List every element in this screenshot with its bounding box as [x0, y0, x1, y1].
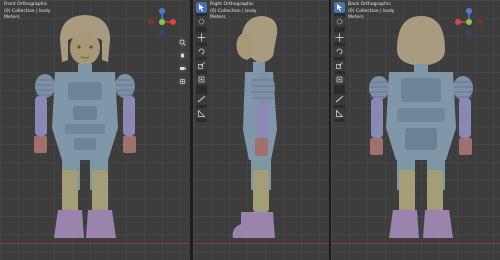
grid-perspective-icon[interactable] — [178, 77, 187, 86]
annotate-tool-icon[interactable] — [196, 94, 207, 105]
view-label: Front Orthographic — [4, 2, 48, 7]
blender-3d-viewport-layout: Front Orthographic (0) Collection | body… — [0, 0, 500, 260]
character-model-side[interactable] — [227, 10, 297, 244]
rotate-tool-icon[interactable] — [334, 46, 345, 57]
units-label: Meters — [210, 15, 226, 21]
select-tool-icon[interactable] — [196, 2, 207, 13]
transform-tool-icon[interactable] — [334, 74, 345, 85]
move-tool-icon[interactable] — [196, 32, 207, 43]
scale-tool-icon[interactable] — [196, 60, 207, 71]
right-viewport[interactable]: Right Orthographic (0) Collection | body… — [193, 0, 331, 260]
view-label: Back Orthographic — [348, 2, 391, 7]
toolbar — [334, 2, 345, 122]
move-tool-icon[interactable] — [334, 32, 345, 43]
rotate-tool-icon[interactable] — [196, 46, 207, 57]
camera-icon[interactable] — [178, 64, 187, 73]
character-model-back[interactable] — [361, 10, 481, 244]
ground-axis-line — [0, 243, 193, 244]
viewport-header-right: Right Orthographic (0) Collection | body… — [210, 2, 257, 22]
navigation-gizmo-back[interactable] — [455, 8, 483, 36]
measure-tool-icon[interactable] — [334, 108, 345, 119]
annotate-tool-icon[interactable] — [334, 94, 345, 105]
toolbar — [196, 2, 207, 122]
cursor-tool-icon[interactable] — [196, 16, 207, 27]
transform-tool-icon[interactable] — [196, 74, 207, 85]
hand-pan-icon[interactable] — [178, 51, 187, 60]
zoom-icon[interactable] — [178, 38, 187, 47]
ground-axis-line — [193, 243, 331, 244]
measure-tool-icon[interactable] — [196, 108, 207, 119]
select-tool-icon[interactable] — [334, 2, 345, 13]
view-label: Right Orthographic — [210, 2, 254, 7]
cursor-tool-icon[interactable] — [334, 16, 345, 27]
scale-tool-icon[interactable] — [334, 60, 345, 71]
front-viewport[interactable]: Front Orthographic (0) Collection | body… — [0, 0, 193, 260]
ground-axis-line — [331, 243, 500, 244]
character-model-front[interactable] — [30, 10, 140, 244]
navigation-gizmo-front[interactable] — [148, 8, 176, 36]
back-viewport[interactable]: Back Orthographic (0) Collection | body … — [331, 0, 500, 260]
